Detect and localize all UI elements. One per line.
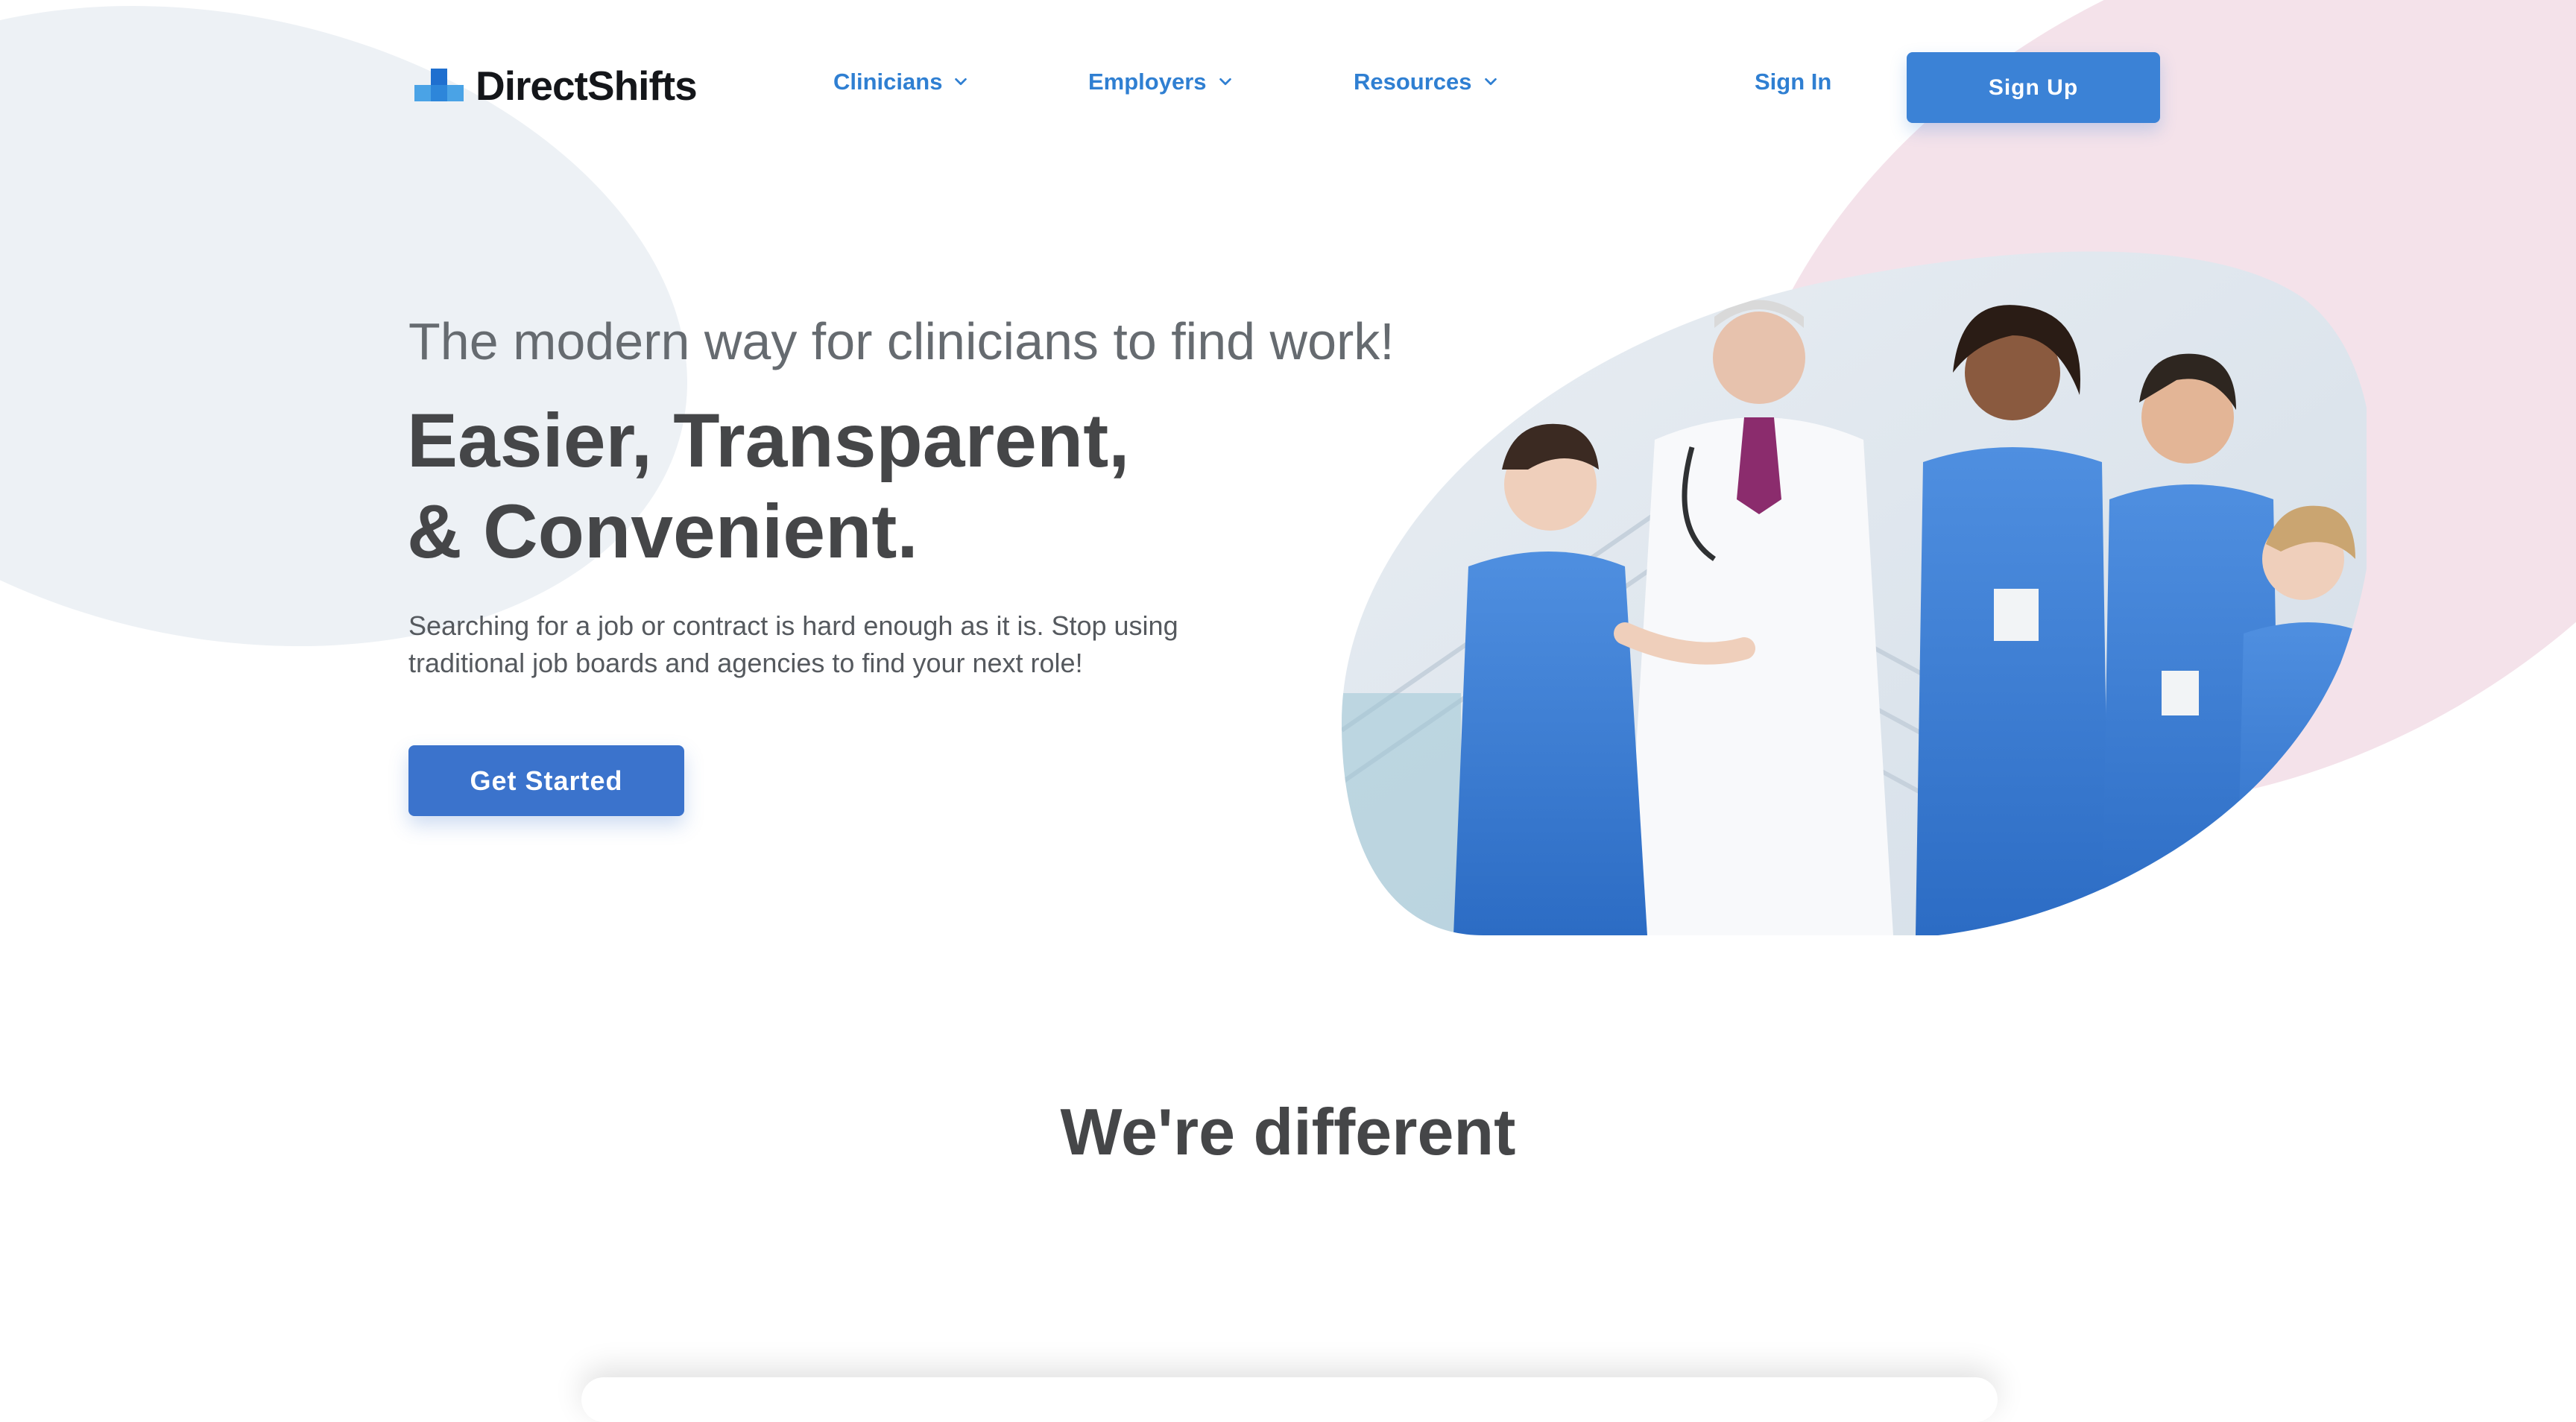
chevron-down-icon: [1484, 78, 1497, 86]
hero-description: Searching for a job or contract is hard …: [408, 610, 1178, 678]
nav-clinicians-label: Clinicians: [833, 69, 943, 95]
section-title: We're different: [1060, 1095, 1516, 1169]
site-header: DirectShifts Clinicians Employers Resour…: [0, 0, 2576, 164]
nav-resources[interactable]: Resources: [1354, 69, 1499, 95]
sign-in-link[interactable]: Sign In: [1755, 69, 1831, 95]
hero-headline-line2: & Convenient.: [407, 489, 918, 574]
nav-employers[interactable]: Employers: [1088, 69, 1234, 95]
brand-logo[interactable]: DirectShifts: [414, 63, 698, 109]
logo-icon: [414, 69, 464, 103]
brand-name: DirectShifts: [476, 63, 698, 109]
sign-up-button[interactable]: Sign Up: [1907, 52, 2160, 123]
get-started-button[interactable]: Get Started: [408, 745, 684, 816]
hero-headline-line1: Easier, Transparent,: [407, 398, 1130, 483]
nav-resources-label: Resources: [1354, 69, 1472, 95]
chevron-down-icon: [955, 78, 967, 86]
hero-tagline: The modern way for clinicians to find wo…: [408, 312, 1395, 370]
nav-employers-label: Employers: [1088, 69, 1207, 95]
clinicians-team-illustration: [1342, 246, 2367, 935]
nav-clinicians[interactable]: Clinicians: [833, 69, 969, 95]
content-card-edge: [581, 1377, 1998, 1422]
hero-image: [1342, 246, 2367, 935]
chevron-down-icon: [1219, 78, 1231, 86]
hero-headline: Easier, Transparent, & Convenient.: [407, 395, 1130, 577]
